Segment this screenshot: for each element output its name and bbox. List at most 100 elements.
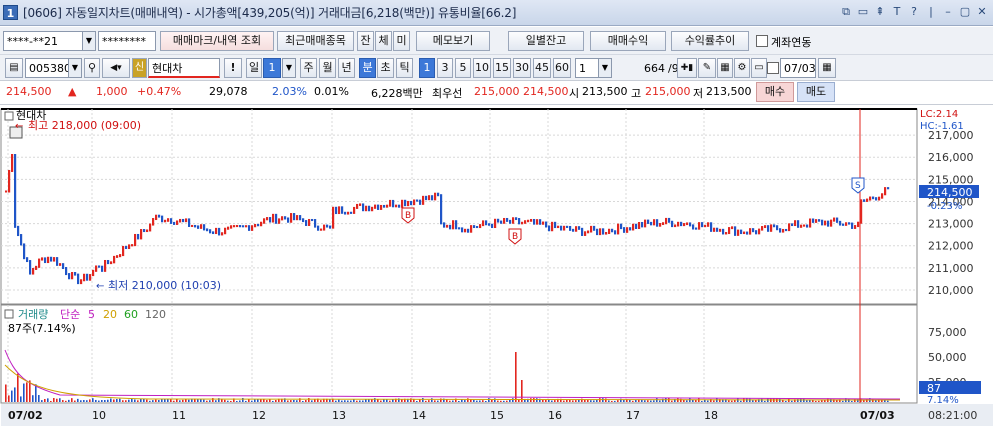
maximize-icon[interactable]: ▢: [958, 4, 972, 20]
pin-icon[interactable]: ⇞: [873, 4, 887, 20]
n-dropdown-icon[interactable]: ▼: [598, 58, 612, 78]
period-dropdown-icon[interactable]: ▼: [282, 58, 296, 78]
volume-bar: [605, 398, 607, 402]
candle: [167, 218, 170, 222]
volume-bar: [257, 399, 259, 402]
candle: [548, 225, 551, 232]
volume-menu-icon[interactable]: [4, 309, 14, 319]
trade-mark-button[interactable]: 매매마크/내역 조회: [160, 31, 274, 51]
account-select[interactable]: ****-**21: [3, 31, 83, 51]
candle: [452, 220, 455, 230]
chart-area[interactable]: 현대차 ← 최고 218,000 (09:00) ← 최저 210,000 (1…: [0, 105, 993, 427]
candle: [107, 259, 110, 265]
period-minute[interactable]: 분: [359, 58, 376, 78]
candle: [122, 245, 125, 257]
volume-bar: [593, 400, 595, 402]
account-dropdown-icon[interactable]: ▼: [82, 31, 96, 51]
trade-profit-button[interactable]: 매매수익: [590, 31, 666, 51]
candle: [182, 218, 185, 223]
minimize-icon[interactable]: –: [941, 4, 955, 20]
period-week[interactable]: 주: [300, 58, 317, 78]
date-input[interactable]: 07/03: [780, 58, 816, 78]
stock-name-field[interactable]: 현대차: [148, 58, 220, 78]
d-checkbox[interactable]: [767, 62, 779, 74]
font-icon[interactable]: T: [890, 4, 904, 20]
code-dropdown-icon[interactable]: ▼: [68, 58, 82, 78]
candle: [878, 196, 881, 201]
volume-bar: [305, 400, 307, 402]
volume-bar: [38, 395, 40, 402]
recent-stocks-button[interactable]: 최근매매종목: [277, 31, 354, 51]
volume-bar: [98, 400, 100, 402]
n-value-input[interactable]: 1: [575, 58, 599, 78]
tool-grid-icon[interactable]: ▦: [717, 58, 733, 78]
settings-icon[interactable]: ⚙: [734, 58, 750, 78]
minute-15[interactable]: 15: [493, 58, 511, 78]
candle: [20, 234, 23, 246]
chart-layout-icon[interactable]: ▤: [5, 58, 23, 78]
speaker-icon[interactable]: ◀▾: [102, 58, 130, 78]
period-second[interactable]: 초: [377, 58, 394, 78]
candle: [212, 231, 215, 235]
panel-menu-icon[interactable]: [4, 111, 14, 121]
change-arrow-icon: ▲: [68, 85, 77, 98]
filled-button[interactable]: 체: [375, 31, 392, 51]
count-value[interactable]: 664: [616, 58, 668, 78]
volume-bar: [713, 400, 715, 402]
minute-5[interactable]: 5: [455, 58, 471, 78]
balance-button[interactable]: 잔: [357, 31, 374, 51]
buy-button[interactable]: 매수: [756, 82, 794, 102]
volume-bar: [125, 400, 127, 402]
return-trend-button[interactable]: 수익률추이: [671, 31, 749, 51]
screen-icon[interactable]: ▭: [856, 4, 870, 20]
period-tick[interactable]: 틱: [396, 58, 413, 78]
volume-bar: [779, 398, 781, 402]
candle: [806, 224, 809, 228]
period-year[interactable]: 년: [338, 58, 355, 78]
alert-button[interactable]: !: [224, 58, 242, 78]
candle: [284, 216, 287, 220]
period-month[interactable]: 월: [319, 58, 336, 78]
candle: [149, 223, 152, 232]
minute-60[interactable]: 60: [553, 58, 571, 78]
volume-bar: [785, 400, 787, 402]
calendar-icon[interactable]: ▦: [818, 58, 836, 78]
candle: [845, 222, 848, 226]
search-icon[interactable]: ⚲: [84, 58, 100, 78]
volume-bar: [8, 395, 10, 402]
volume-bar: [500, 400, 502, 402]
volume-bar: [731, 400, 733, 402]
account-link-checkbox[interactable]: [756, 35, 768, 47]
period-value[interactable]: 1: [263, 58, 281, 78]
tool-chart-icon[interactable]: ✚▮: [677, 58, 697, 78]
candle: [335, 206, 338, 215]
minute-3[interactable]: 3: [437, 58, 453, 78]
period-day-button[interactable]: 일: [246, 58, 262, 78]
candle: [272, 213, 275, 223]
link-icon[interactable]: ⧉: [839, 4, 853, 20]
close-icon[interactable]: ✕: [975, 4, 989, 20]
minute-10[interactable]: 10: [473, 58, 491, 78]
help-icon[interactable]: ?: [907, 4, 921, 20]
minute-45[interactable]: 45: [533, 58, 551, 78]
svg-text:B: B: [405, 211, 411, 221]
password-field[interactable]: ********: [98, 31, 156, 51]
toolbar-account: ****-**21 ▼ ******** 매매마크/내역 조회 최근매매종목 잔…: [0, 27, 993, 55]
daily-balance-button[interactable]: 일별잔고: [508, 31, 584, 51]
unfilled-button[interactable]: 미: [393, 31, 410, 51]
memo-button[interactable]: 메모보기: [416, 31, 490, 51]
stock-code-input[interactable]: 005380: [25, 58, 71, 78]
volume-bar: [416, 400, 418, 402]
minute-1[interactable]: 1: [419, 58, 435, 78]
tool-pencil-icon[interactable]: ✎: [698, 58, 716, 78]
volume-bar: [224, 399, 226, 402]
volume-bar: [260, 399, 262, 402]
minute-30[interactable]: 30: [513, 58, 531, 78]
open-price: 213,500: [582, 85, 628, 98]
candle: [23, 243, 26, 260]
candle: [731, 226, 734, 230]
volume-bar: [632, 400, 634, 402]
sell-button[interactable]: 매도: [797, 82, 835, 102]
fold-icon[interactable]: ▭: [751, 58, 767, 78]
price-volume-chart[interactable]: 현대차 ← 최고 218,000 (09:00) ← 최저 210,000 (1…: [0, 105, 993, 427]
